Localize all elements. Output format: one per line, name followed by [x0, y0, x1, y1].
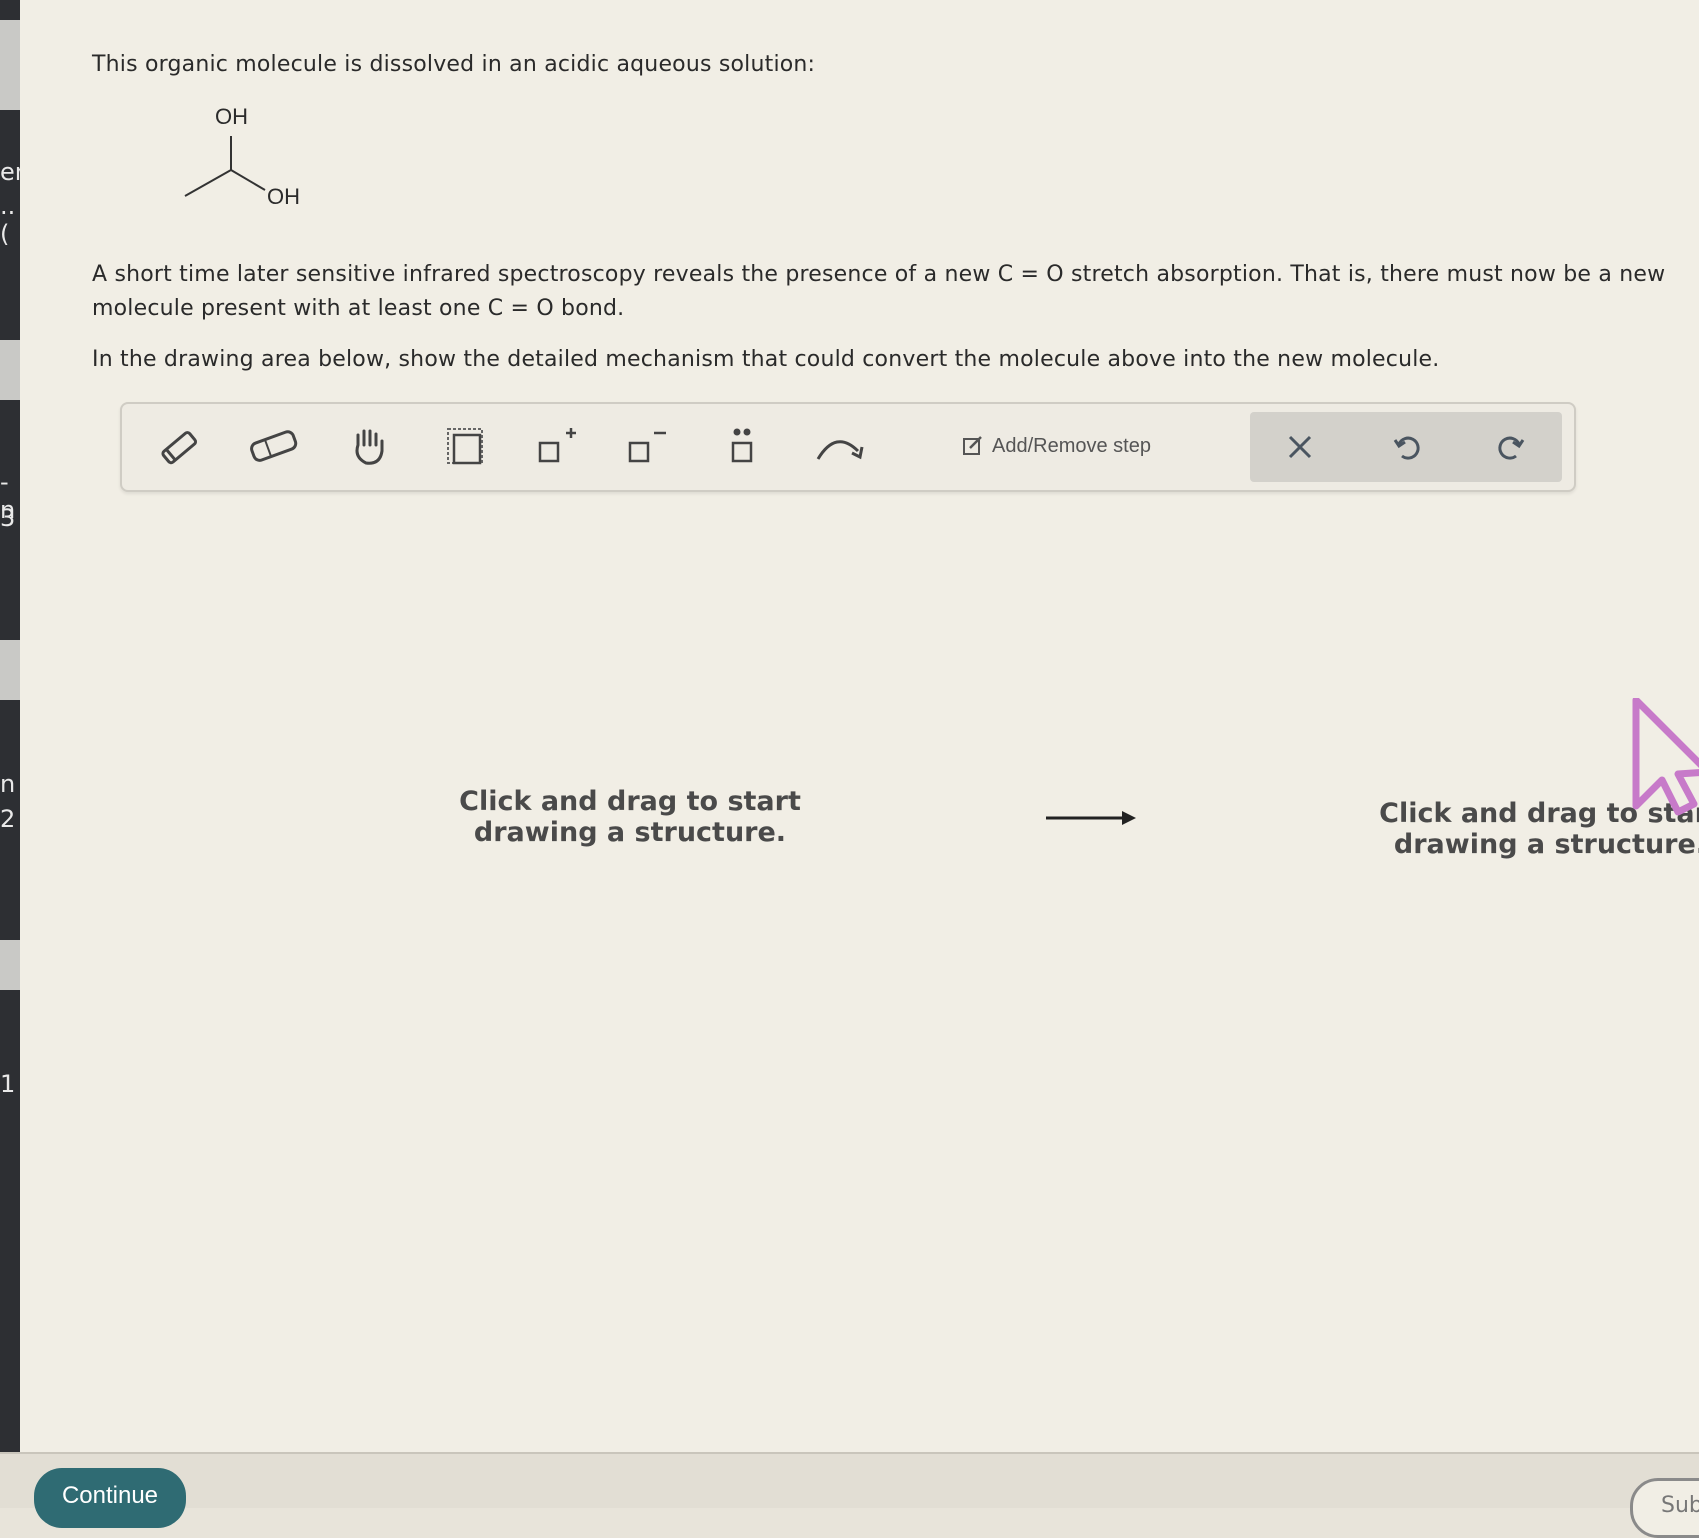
hydroxyl-label-right: OH: [267, 184, 300, 209]
mouse-cursor-icon: [1632, 698, 1699, 816]
add-remove-step-button[interactable]: Add/Remove step: [962, 426, 1151, 466]
submit-button[interactable]: Sub: [1630, 1478, 1699, 1538]
question-intro: This organic molecule is dissolved in an…: [92, 52, 816, 77]
strip-text: n: [0, 770, 16, 798]
question-body: A short time later sensitive infrared sp…: [92, 262, 1666, 321]
reaction-arrow-icon: [1046, 811, 1136, 825]
toolbar-actions: [1250, 412, 1562, 482]
select-tool[interactable]: [436, 418, 496, 476]
curved-arrow-tool[interactable]: [812, 418, 872, 476]
clear-button[interactable]: [1270, 422, 1330, 472]
eraser-tool[interactable]: [244, 418, 304, 476]
edit-icon: [963, 436, 982, 455]
molecule-structure: OH OH: [165, 98, 315, 218]
strip-panel: [0, 640, 20, 700]
pencil-tool[interactable]: [150, 418, 210, 476]
strip-text: 1: [0, 1070, 16, 1098]
undo-button[interactable]: [1376, 422, 1436, 472]
positive-charge-icon: [538, 428, 576, 463]
question-instruction: In the drawing area below, show the deta…: [92, 347, 1440, 372]
hydroxyl-label-top: OH: [215, 104, 248, 129]
add-remove-step-label: Add/Remove step: [992, 434, 1151, 457]
pencil-icon: [161, 431, 198, 465]
adjacent-window-strip: en ..( -n 3 n 2 1: [0, 0, 30, 1506]
footer-bar: [0, 1452, 1699, 1508]
strip-panel: [0, 940, 20, 990]
select-box-icon: [447, 428, 483, 465]
question-page: This organic molecule is dissolved in an…: [20, 0, 1699, 1452]
eraser-icon: [250, 430, 298, 462]
reactant-drawing-area[interactable]: Click and drag to start drawing a struct…: [440, 786, 820, 848]
continue-button[interactable]: Continue: [34, 1468, 186, 1528]
drawing-toolbar: Add/Remove step: [120, 402, 1576, 492]
positive-charge-tool[interactable]: [526, 418, 586, 476]
redo-icon: [1498, 436, 1525, 460]
strip-panel: [0, 20, 20, 110]
curved-arrow-icon: [816, 440, 864, 460]
strip-text: ..(: [0, 192, 16, 248]
hand-tool[interactable]: [340, 418, 400, 476]
negative-charge-icon: [628, 431, 666, 463]
lone-pair-tool[interactable]: [712, 418, 772, 476]
negative-charge-tool[interactable]: [616, 418, 676, 476]
redo-button[interactable]: [1482, 422, 1542, 472]
strip-panel: [0, 340, 20, 400]
undo-icon: [1393, 436, 1420, 460]
strip-text: 3: [0, 504, 16, 532]
hand-icon: [355, 429, 384, 465]
lone-pair-icon: [731, 428, 753, 463]
clear-icon: [1288, 435, 1312, 459]
strip-text: 2: [0, 805, 16, 833]
